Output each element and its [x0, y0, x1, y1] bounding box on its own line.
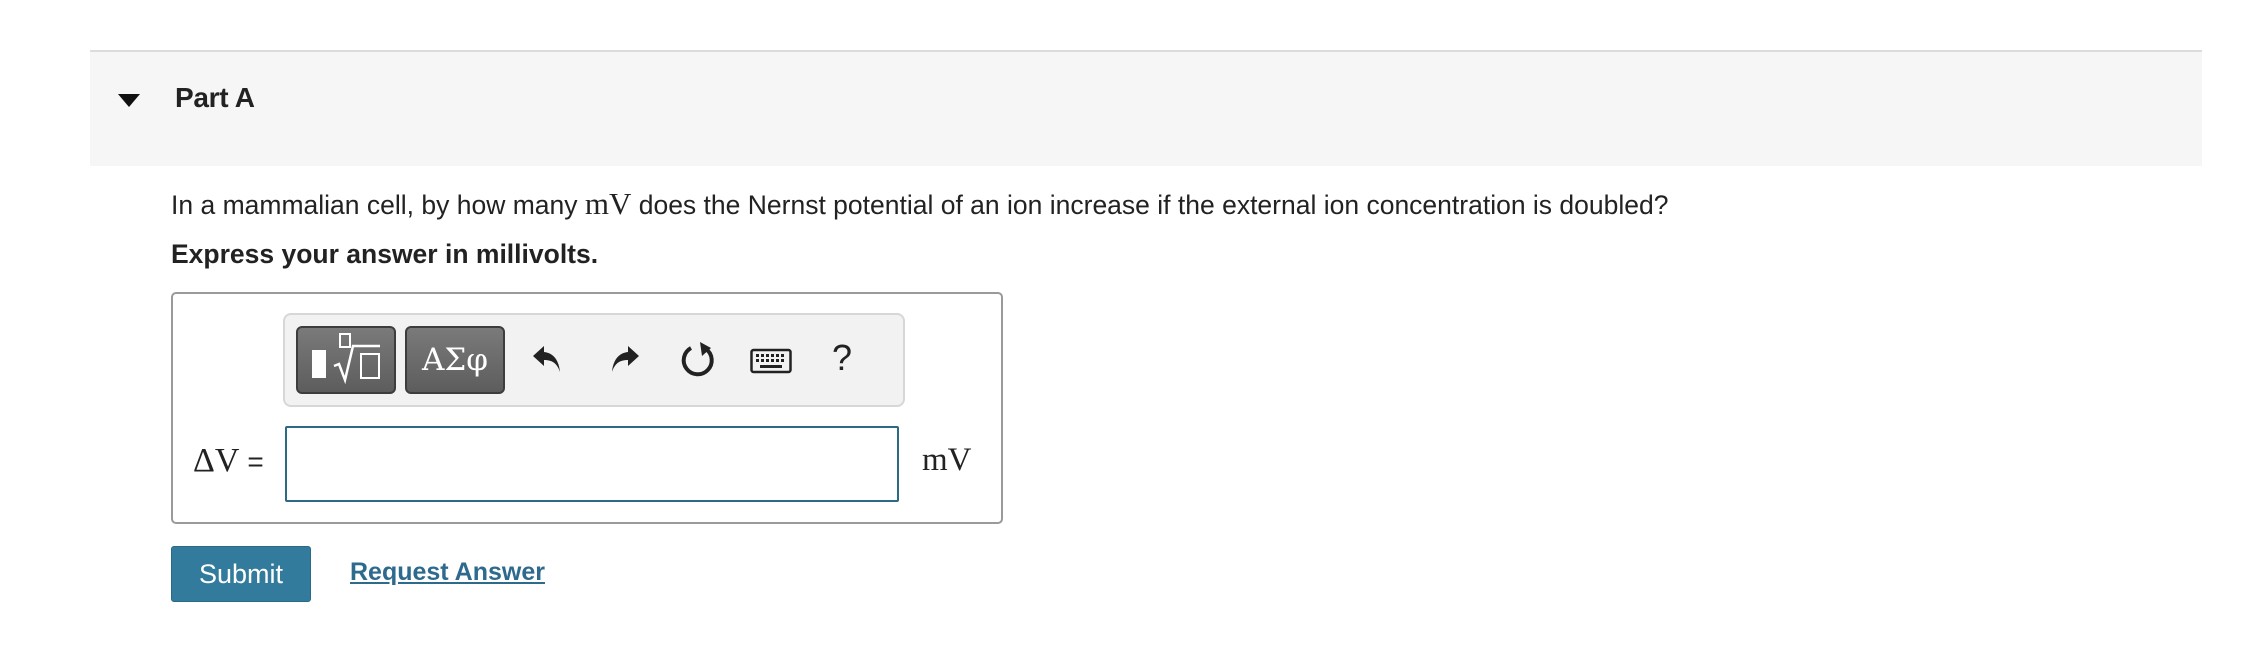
keyboard-icon[interactable] — [750, 346, 792, 376]
templates-icon — [312, 333, 380, 385]
reset-icon[interactable] — [678, 340, 718, 380]
answer-unit: mV — [922, 442, 972, 478]
collapse-caret-icon[interactable] — [118, 94, 140, 107]
symbols-button-label: ΑΣφ — [421, 342, 488, 378]
part-title[interactable]: Part A — [175, 82, 255, 114]
submit-button[interactable]: Submit — [171, 546, 311, 602]
question-text-after: does the Nernst potential of an ion incr… — [631, 190, 1669, 220]
templates-button[interactable] — [296, 326, 396, 394]
answer-instruction: Express your answer in millivolts. — [171, 239, 599, 269]
help-button[interactable]: ? — [832, 337, 852, 379]
variable-symbol: ΔV — [193, 442, 239, 479]
undo-icon[interactable] — [530, 342, 564, 376]
question-unit-math: mV — [584, 186, 632, 221]
redo-icon[interactable] — [608, 342, 642, 376]
answer-input[interactable] — [285, 426, 899, 502]
symbols-button[interactable]: ΑΣφ — [405, 326, 505, 394]
question-text-before: In a mammalian cell, by how many — [171, 190, 585, 220]
page: Part A In a mammalian cell, by how many … — [0, 0, 2264, 652]
part-header[interactable] — [90, 52, 2202, 166]
answer-variable-label: ΔV = — [193, 442, 264, 480]
question-text: In a mammalian cell, by how many mV does… — [171, 186, 1668, 222]
equals-sign: = — [247, 446, 264, 477]
request-answer-link[interactable]: Request Answer — [350, 558, 545, 587]
